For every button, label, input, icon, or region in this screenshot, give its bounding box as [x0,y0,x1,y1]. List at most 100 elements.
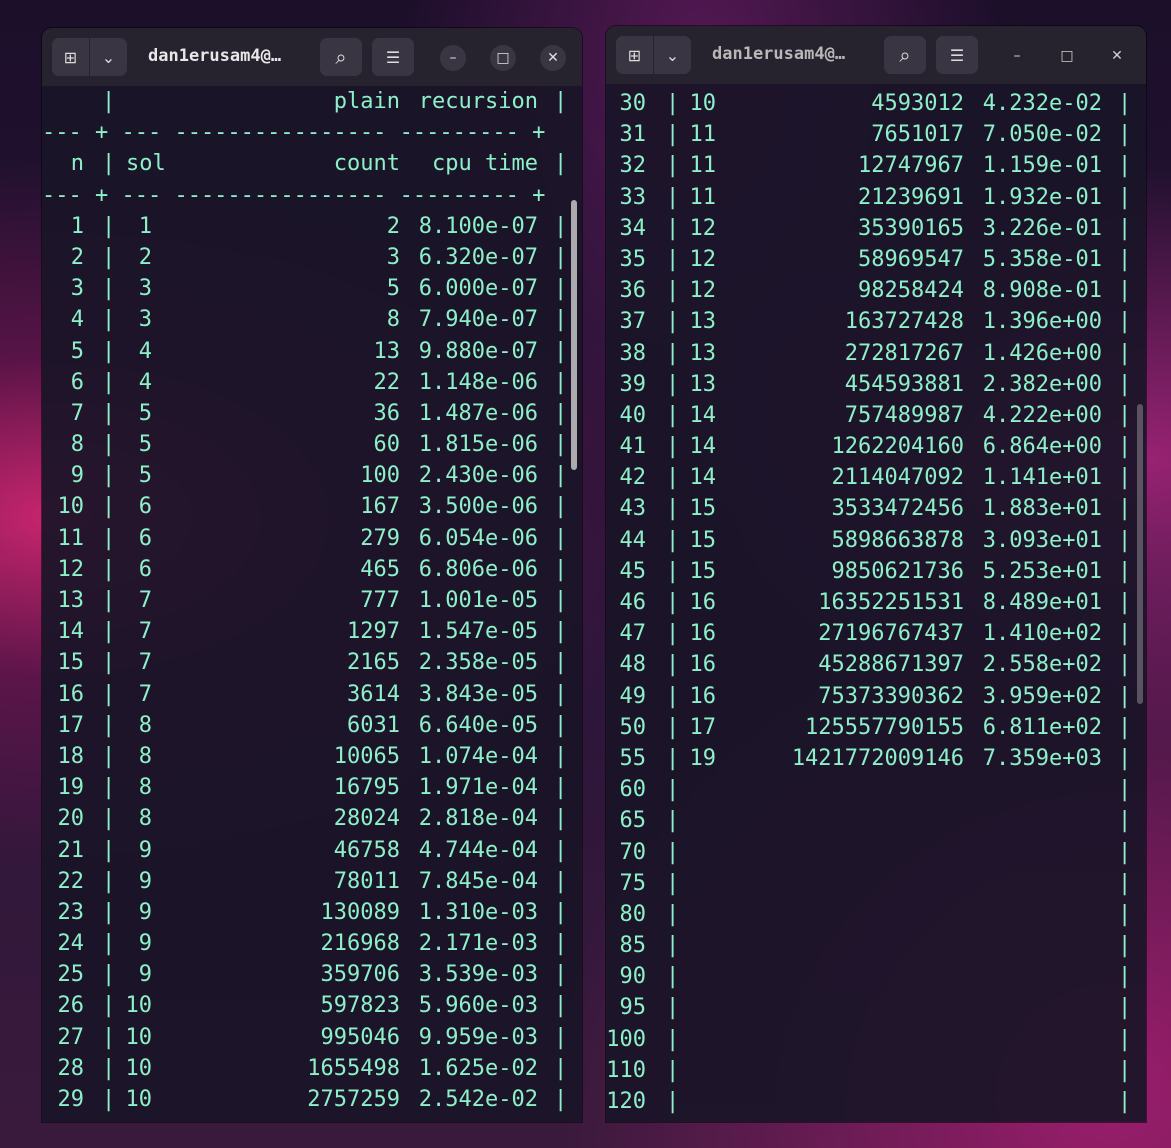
cell-n: 13 [57,588,85,613]
column-separator: | [554,463,568,489]
table-row: 44 | 15 5898663878 3.093e+01 | [606,525,1146,556]
cell-sol: 13 [689,371,717,397]
menu-button[interactable]: ☰ [936,36,978,74]
terminal-output[interactable]: 30 | 10 4593012 4.232e-02 | 31 | 11 7651017 7.050e… [606,88,1146,1122]
cell-n: 90 [619,964,647,990]
column-separator: | [666,1026,680,1052]
column-separator: | [554,743,568,769]
separator-text: --- + --- ---------------- --------- + [42,120,546,146]
cell-n: 41 [619,434,647,460]
cell-count: 167 [360,494,400,520]
column-separator: | [1118,340,1132,366]
column-separator: | [102,712,116,738]
chevron-down-icon[interactable]: ⌄ [90,38,127,76]
cell-sol: 7 [138,681,152,707]
cell-cpu-time: 1.487e-06 [418,400,538,426]
cell-count: 2 [386,213,400,239]
cell-count: 465 [360,556,400,582]
cell-cpu-time: 8.908e-01 [982,278,1102,304]
cell-n: 15 [57,650,85,676]
new-tab-split-button[interactable]: ⊞ ⌄ [52,38,127,76]
new-tab-split-button[interactable]: ⊞ ⌄ [616,36,691,74]
column-separator: | [554,400,568,426]
column-separator: | [102,650,116,676]
header-count: count [333,151,400,177]
cell-sol: 5 [138,400,152,426]
column-separator: | [1118,465,1132,491]
terminal-output[interactable]: | plain recursion | --- + --- ----------… [42,86,582,1122]
cell-n: 120 [606,1089,646,1114]
search-button[interactable]: ⌕ [884,36,926,74]
table-row: 41 | 14 1262204160 6.864e+00 | [606,431,1146,462]
column-separator: | [666,964,680,990]
close-button[interactable]: ✕ [1104,43,1130,69]
close-button[interactable]: ✕ [540,45,566,71]
table-row: 10 | 6 167 3.500e-06 | [42,491,582,522]
cell-cpu-time: 6.320e-07 [418,244,538,270]
cell-cpu-time: 7.359e+03 [982,745,1102,771]
column-separator: | [102,463,116,489]
table-row: 27 | 10 995046 9.959e-03 | [42,1022,582,1053]
column-separator: | [554,806,568,832]
menu-button[interactable]: ☰ [372,38,414,76]
titlebar[interactable]: ⊞ ⌄ dan1erusam4@… ⌕ ☰ – □ ✕ [606,26,1146,84]
column-separator: | [102,89,116,114]
cell-sol: 10 [125,1087,153,1112]
cell-cpu-time: 6.640e-05 [418,712,538,738]
cell-n: 10 [57,494,85,520]
cell-cpu-time: 6.811e+02 [982,714,1102,740]
cell-count: 3533472456 [831,496,964,522]
chevron-down-icon[interactable]: ⌄ [654,36,691,74]
close-icon: ✕ [1111,48,1123,64]
column-separator: | [666,278,680,304]
cell-cpu-time: 7.940e-07 [418,307,538,333]
minimize-button[interactable]: – [1004,43,1030,69]
cell-count: 21239691 [858,184,964,210]
maximize-button[interactable]: □ [1054,43,1080,69]
table-row: 20 | 8 28024 2.818e-04 | [42,803,582,834]
cell-cpu-time: 1.001e-05 [418,588,538,613]
terminal-window-right[interactable]: ⊞ ⌄ dan1erusam4@… ⌕ ☰ – □ ✕ 30 | 10 4593012… [606,26,1146,1122]
scrollbar-thumb[interactable] [571,200,577,470]
cell-sol: 9 [138,931,152,957]
cell-sol: 17 [689,714,717,740]
column-separator: | [102,619,116,645]
search-button[interactable]: ⌕ [320,38,362,76]
column-separator: | [554,1024,568,1050]
cell-n: 44 [619,527,647,553]
cell-n: 30 [619,91,647,116]
table-row: 34 | 12 35390165 3.226e-01 | [606,213,1146,244]
cell-n: 35 [619,246,647,272]
column-separator: | [102,899,116,925]
cell-cpu-time: 3.539e-03 [418,962,538,988]
terminal-window-left[interactable]: ⊞ ⌄ dan1erusam4@… ⌕ ☰ – □ ✕ | plain recu… [42,28,582,1122]
minimize-button[interactable]: – [440,45,466,71]
cell-sol: 19 [689,745,717,771]
titlebar[interactable]: ⊞ ⌄ dan1erusam4@… ⌕ ☰ – □ ✕ [42,28,582,86]
column-separator: | [1118,964,1132,990]
new-tab-icon[interactable]: ⊞ [52,38,89,76]
maximize-button[interactable]: □ [490,45,516,71]
cell-n: 60 [619,777,647,803]
column-separator: | [1118,371,1132,397]
cell-sol: 7 [138,588,152,613]
cell-n: 12 [57,556,85,582]
cell-sol: 16 [689,621,717,647]
column-separator: | [666,496,680,522]
column-separator: | [666,683,680,709]
scrollbar-thumb[interactable] [1137,404,1143,704]
column-separator: | [102,213,116,239]
new-tab-icon[interactable]: ⊞ [616,36,653,74]
column-separator: | [1118,122,1132,148]
cell-cpu-time: 1.815e-06 [418,432,538,458]
maximize-icon: □ [496,50,510,66]
header-line-1: | plain recursion | [42,86,582,117]
table-row: 38 | 13 272817267 1.426e+00 | [606,338,1146,369]
cell-count: 16795 [333,775,400,801]
table-row: 33 | 11 21239691 1.932e-01 | [606,182,1146,213]
column-separator: | [666,465,680,491]
cell-n: 43 [619,496,647,522]
column-separator: | [666,870,680,896]
cell-n: 29 [57,1087,85,1112]
header-plain: plain [333,89,400,114]
